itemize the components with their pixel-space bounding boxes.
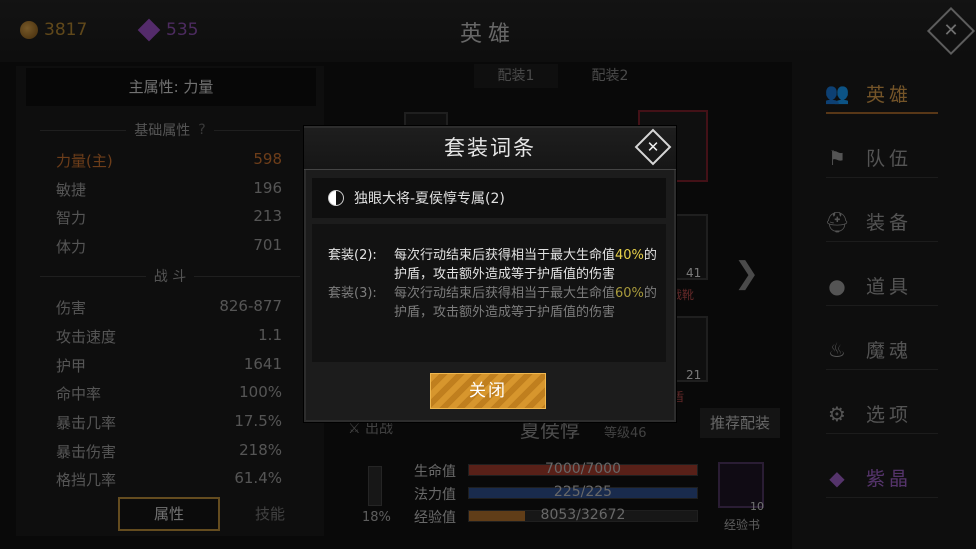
set-bonus-3: 套装(3): 每次行动结束后获得相当于最大生命值60%的护盾，攻击额外造成等于护… <box>328 284 658 322</box>
yin-yang-icon <box>328 190 344 206</box>
bonus-pre: 每次行动结束后获得相当于最大生命值 <box>394 286 616 301</box>
bonus-key: 套装(3): <box>328 286 377 301</box>
bonus-text: 每次行动结束后获得相当于最大生命值40%的护盾，攻击额外造成等于护盾值的伤害 <box>394 246 658 284</box>
set-bonus-2: 套装(2): 每次行动结束后获得相当于最大生命值40%的护盾，攻击额外造成等于护… <box>328 246 658 284</box>
bonus-percent: 40% <box>615 248 644 263</box>
bonus-percent: 60% <box>615 286 644 301</box>
close-icon: ✕ <box>646 138 660 156</box>
set-name-row: 独眼大将-夏侯惇专属(2) <box>312 178 666 218</box>
set-name: 独眼大将-夏侯惇专属(2) <box>354 191 505 207</box>
hero-screen: 3817 535 英雄 ✕ 主属性: 力量 基础属性 ? 力量(主) 598 敏捷… <box>0 0 976 549</box>
bonus-key: 套装(2): <box>328 248 377 263</box>
bonus-text: 每次行动结束后获得相当于最大生命值60%的护盾，攻击额外造成等于护盾值的伤害 <box>394 284 658 322</box>
bonus-pre: 每次行动结束后获得相当于最大生命值 <box>394 248 616 263</box>
close-dialog-button[interactable]: 关闭 <box>430 373 546 409</box>
dialog-title: 套装词条 <box>304 128 676 170</box>
